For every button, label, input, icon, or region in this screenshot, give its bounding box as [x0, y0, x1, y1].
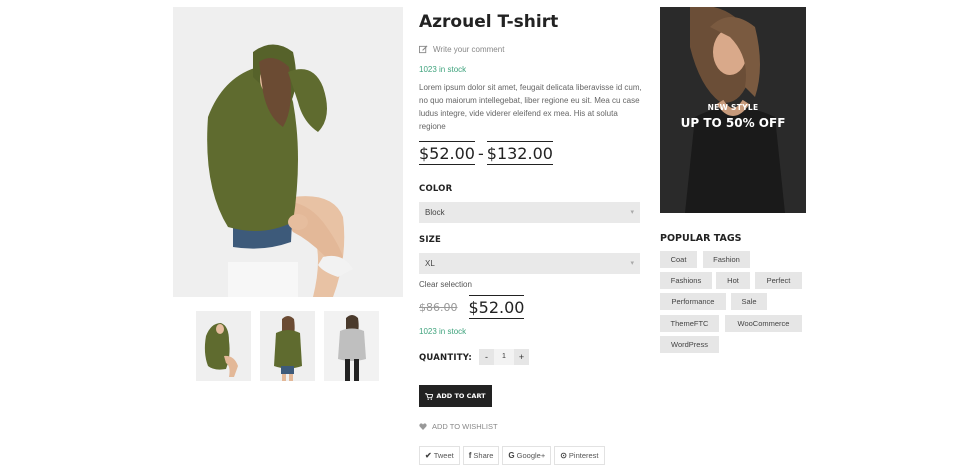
cart-icon	[425, 392, 434, 400]
add-to-cart-button[interactable]: ADD TO CART	[419, 385, 492, 407]
thumbnail-3[interactable]	[324, 311, 379, 381]
quantity-decrease-button[interactable]: -	[479, 349, 494, 365]
add-to-wishlist-label: ADD TO WISHLIST	[432, 422, 498, 431]
quantity-increase-button[interactable]: +	[514, 349, 529, 365]
tag-sale[interactable]: Sale	[731, 293, 767, 310]
model-photo	[173, 7, 403, 297]
product-description: Lorem ipsum dolor sit amet, feugait deli…	[419, 83, 642, 131]
write-comment-link[interactable]: Write your comment	[419, 45, 504, 54]
tag-fashions[interactable]: Fashions	[660, 272, 712, 289]
chevron-down-icon: ▾	[630, 260, 634, 267]
quantity-stepper: - 1 +	[479, 349, 529, 365]
thumbnail-strip	[196, 311, 379, 381]
product-main-image[interactable]	[173, 7, 403, 297]
google-label: Google+	[516, 451, 546, 460]
variation-stock-status: 1023 in stock	[419, 327, 467, 336]
tag-woocommerce[interactable]: WooCommerce	[725, 315, 802, 332]
color-label: COLOR	[419, 184, 453, 194]
tag-wordpress[interactable]: WordPress	[660, 336, 719, 353]
price-separator: -	[477, 143, 484, 163]
stock-status: 1023 in stock	[419, 65, 467, 74]
tag-coat[interactable]: Coat	[660, 251, 697, 268]
social-share: ✔ Tweet f Share G Google+ ⊙ Pinterest	[419, 446, 605, 465]
pinterest-button[interactable]: ⊙ Pinterest	[554, 446, 605, 465]
banner-subtitle: NEW STYLE	[707, 103, 759, 112]
banner-headline: UP TO 50% OFF	[680, 116, 786, 130]
pinterest-icon: ⊙	[560, 451, 567, 460]
color-select-value: Block	[425, 208, 445, 217]
size-label: SIZE	[419, 235, 442, 245]
size-select-value: XL	[425, 259, 435, 268]
tweet-button[interactable]: ✔ Tweet	[419, 446, 460, 465]
heart-icon	[419, 423, 427, 430]
add-to-wishlist-link[interactable]: ADD TO WISHLIST	[419, 422, 498, 431]
variation-price: $86.00 $52.00	[419, 295, 525, 319]
tag-fashion[interactable]: Fashion	[703, 251, 750, 268]
facebook-icon: f	[468, 451, 472, 460]
edit-icon	[419, 45, 428, 54]
write-comment-label: Write your comment	[433, 45, 505, 54]
new-price: $52.00	[468, 295, 525, 319]
old-price: $86.00	[419, 300, 458, 314]
google-plus-icon: G	[508, 451, 515, 460]
twitter-icon: ✔	[425, 451, 432, 460]
pinterest-label: Pinterest	[568, 451, 599, 460]
chevron-down-icon: ▾	[630, 209, 634, 216]
share-label: Share	[473, 451, 494, 460]
tag-performance[interactable]: Performance	[660, 293, 726, 310]
promo-banner[interactable]: NEW STYLE UP TO 50% OFF	[660, 7, 806, 213]
price-range: $52.00 - $132.00	[419, 141, 553, 165]
tag-hot[interactable]: Hot	[716, 272, 750, 289]
popular-tags-title: POPULAR TAGS	[660, 233, 742, 244]
quantity-label: QUANTITY:	[419, 353, 472, 363]
price-max: $132.00	[486, 141, 553, 165]
tag-perfect[interactable]: Perfect	[755, 272, 802, 289]
thumbnail-1[interactable]	[196, 311, 251, 381]
price-min: $52.00	[419, 141, 475, 165]
clear-selection-link[interactable]: Clear selection	[419, 280, 472, 289]
tweet-label: Tweet	[433, 451, 454, 460]
facebook-share-button[interactable]: f Share	[462, 446, 500, 465]
product-title: Azrouel T-shirt	[419, 12, 559, 32]
size-select[interactable]: XL ▾	[419, 253, 640, 274]
add-to-cart-label: ADD TO CART	[436, 392, 486, 400]
quantity-input[interactable]: 1	[494, 349, 514, 365]
google-plus-button[interactable]: G Google+	[502, 446, 552, 465]
tag-themeftc[interactable]: ThemeFTC	[660, 315, 719, 332]
color-select[interactable]: Block ▾	[419, 202, 640, 223]
thumbnail-2[interactable]	[260, 311, 315, 381]
